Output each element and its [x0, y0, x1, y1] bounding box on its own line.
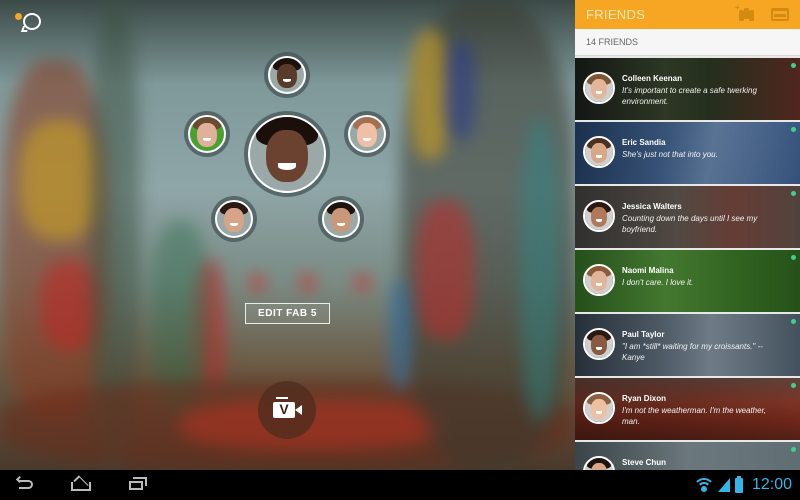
- fab5-center-avatar[interactable]: [244, 111, 330, 197]
- camera-handle: [276, 397, 288, 399]
- recent-apps-button[interactable]: [121, 475, 151, 495]
- recent-apps-icon-front: [129, 481, 143, 490]
- wifi-icon: [694, 478, 713, 492]
- avatar-photo: [348, 115, 386, 153]
- online-indicator: [791, 255, 796, 260]
- screen: EDIT FAB 5 V FRIENDS + 14 FRIENDS Collee…: [0, 0, 800, 500]
- friend-name: Jessica Walters: [622, 202, 682, 211]
- online-indicator: [791, 319, 796, 324]
- avatar-photo: [585, 458, 613, 470]
- friend-avatar: [583, 136, 615, 168]
- friend-avatar: [583, 328, 615, 360]
- fab5-avatar-bottom-left[interactable]: [211, 196, 257, 242]
- edit-fab5-button[interactable]: EDIT FAB 5: [245, 303, 330, 324]
- friend-list-item[interactable]: Colleen Keenan It's important to create a…: [575, 58, 800, 120]
- clock: 12:00: [751, 476, 792, 493]
- inbox-icon: [774, 14, 786, 17]
- video-letter: V: [279, 401, 289, 417]
- friend-name: Colleen Keenan: [622, 74, 683, 83]
- video-camera-icon: V: [273, 397, 302, 418]
- friend-status: I'm not the weatherman. I'm the weather,…: [622, 406, 767, 426]
- chat-bubble-tail: [20, 26, 30, 32]
- online-indicator: [791, 63, 796, 68]
- inbox-button[interactable]: [771, 8, 789, 21]
- avatar-photo: [268, 56, 306, 94]
- status-area[interactable]: 12:00: [694, 474, 792, 496]
- add-friends-button[interactable]: +: [735, 3, 755, 22]
- panel-header: FRIENDS +: [575, 0, 800, 29]
- video-message-button[interactable]: V: [258, 381, 316, 439]
- friend-avatar: [583, 392, 615, 424]
- online-indicator: [791, 127, 796, 132]
- home-button[interactable]: [66, 475, 96, 495]
- chat-button[interactable]: [10, 8, 44, 36]
- fab5-avatar-right[interactable]: [344, 111, 390, 157]
- avatar-photo: [215, 200, 253, 238]
- friend-avatar: [583, 200, 615, 232]
- avatar-photo: [585, 266, 613, 294]
- friend-name: Ryan Dixon: [622, 394, 667, 403]
- fab5-avatar-left[interactable]: [184, 111, 230, 157]
- friend-name: Paul Taylor: [622, 330, 665, 339]
- panel-title: FRIENDS: [586, 7, 646, 22]
- friends-count: 14 FRIENDS: [575, 29, 800, 56]
- friend-list[interactable]: Colleen Keenan It's important to create a…: [575, 58, 800, 470]
- back-button[interactable]: [12, 475, 42, 495]
- online-indicator: [791, 383, 796, 388]
- friend-list-item[interactable]: Jessica Walters Counting down the days un…: [575, 186, 800, 248]
- friend-name: Naomi Malina: [622, 266, 674, 275]
- friend-list-item[interactable]: Ryan Dixon I'm not the weatherman. I'm th…: [575, 378, 800, 440]
- avatar-photo: [188, 115, 226, 153]
- friend-avatar: [583, 72, 615, 104]
- friend-avatar: [583, 264, 615, 296]
- friend-status: "I am *still* waiting for my croissants.…: [622, 342, 763, 362]
- friend-status: I don't care. I love it.: [622, 278, 694, 287]
- friend-list-item[interactable]: Steve Chun: [575, 442, 800, 470]
- avatar-photo: [585, 138, 613, 166]
- home-icon-base: [71, 482, 91, 491]
- avatar-photo: [585, 202, 613, 230]
- friend-list-item[interactable]: Paul Taylor "I am *still* waiting for my …: [575, 314, 800, 376]
- avatar-photo: [585, 330, 613, 358]
- avatar-photo: [322, 200, 360, 238]
- camera-lens: [295, 405, 302, 415]
- avatar-photo: [585, 394, 613, 422]
- friend-name: Eric Sandia: [622, 138, 666, 147]
- online-indicator: [791, 447, 796, 452]
- friend-status: Counting down the days until I see my bo…: [622, 214, 758, 234]
- friend-list-item[interactable]: Eric Sandia She's just not that into you.: [575, 122, 800, 184]
- online-indicator: [791, 191, 796, 196]
- notification-dot: [15, 13, 22, 20]
- fab5-avatar-top[interactable]: [264, 52, 310, 98]
- signal-icon: [717, 478, 730, 492]
- friend-name: Steve Chun: [622, 458, 667, 467]
- friend-list-item[interactable]: Naomi Malina I don't care. I love it.: [575, 250, 800, 312]
- avatar-photo: [585, 74, 613, 102]
- friends-panel: FRIENDS + 14 FRIENDS Colleen Keenan It's …: [575, 0, 800, 470]
- fab5-avatar-bottom-right[interactable]: [318, 196, 364, 242]
- system-navigation-bar: 12:00: [0, 470, 800, 500]
- battery-icon: [734, 475, 743, 493]
- avatar-photo: [248, 115, 326, 193]
- friend-status: She's just not that into you.: [622, 150, 718, 159]
- friend-status: It's important to create a safe twerking…: [622, 86, 757, 106]
